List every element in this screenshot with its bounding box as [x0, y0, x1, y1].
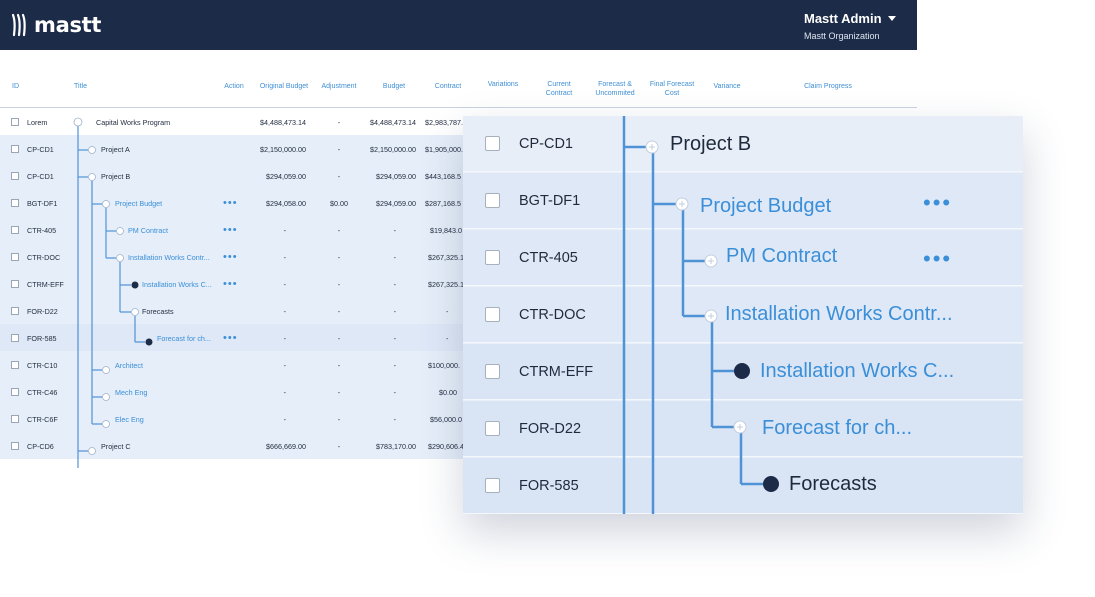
row-contract: -	[446, 334, 449, 343]
row-budget: -	[393, 253, 396, 262]
row-original-budget: $294,058.00	[266, 199, 306, 208]
row-contract: -	[446, 307, 449, 316]
row-original-budget: -	[283, 307, 286, 316]
more-dots-icon[interactable]: •••	[223, 333, 238, 344]
zoom-tree-connectors	[622, 116, 779, 514]
row-original-budget: $294,059.00	[266, 172, 306, 181]
tree-expand-icon[interactable]	[102, 200, 110, 208]
tree-expand-icon[interactable]	[102, 393, 110, 401]
row-budget: -	[393, 388, 396, 397]
row-original-budget: $4,488,473.14	[260, 118, 306, 127]
header-adjustment[interactable]: Adjustment	[314, 82, 364, 91]
header-current-contract[interactable]: Current Contract	[536, 80, 582, 98]
row-contract: $0.00	[439, 388, 457, 397]
row-adjustment: $0.00	[330, 199, 348, 208]
row-budget: -	[393, 361, 396, 370]
row-adjustment: -	[337, 280, 341, 289]
row-original-budget: -	[283, 388, 286, 397]
row-adjustment: -	[337, 388, 341, 397]
row-adjustment: -	[337, 172, 341, 181]
row-contract: $2,983,787.	[425, 118, 463, 127]
tree-expand-icon[interactable]	[102, 420, 110, 428]
tree-expand-icon[interactable]	[88, 173, 96, 181]
row-adjustment: -	[337, 361, 341, 370]
row-original-budget: -	[283, 361, 286, 370]
row-original-budget: $2,150,000.00	[260, 145, 306, 154]
row-original-budget: -	[283, 334, 286, 343]
tree-expand-icon[interactable]	[88, 447, 96, 455]
row-adjustment: -	[337, 226, 341, 235]
top-bar: mastt Mastt Admin Mastt Organization	[0, 0, 917, 50]
row-contract: $287,168.5	[425, 199, 461, 208]
caret-down-icon[interactable]	[887, 16, 896, 22]
tree-expand-icon[interactable]	[73, 117, 83, 127]
mastt-logo[interactable]: mastt	[12, 12, 101, 38]
tree-leaf-dot-icon	[145, 338, 153, 346]
row-original-budget: -	[283, 253, 286, 262]
row-budget: $783,170.00	[376, 442, 416, 451]
row-contract: $290,606.4	[428, 442, 464, 451]
tree-expand-icon[interactable]	[102, 366, 110, 374]
tree-expand-icon[interactable]	[131, 308, 139, 316]
row-contract: $1,905,000.	[425, 145, 463, 154]
row-adjustment: -	[337, 145, 341, 154]
header-final-forecast-cost[interactable]: Final Forecast Cost	[644, 80, 700, 98]
row-budget: -	[393, 307, 396, 316]
row-adjustment: -	[337, 253, 341, 262]
row-contract: $100,000.	[428, 361, 460, 370]
row-adjustment: -	[337, 415, 341, 424]
header-id[interactable]: ID	[12, 82, 19, 91]
header-original-budget[interactable]: Original Budget	[254, 82, 314, 91]
tree-expand-icon[interactable]	[116, 227, 124, 235]
row-budget: $2,150,000.00	[370, 145, 416, 154]
more-dots-icon[interactable]: •••	[223, 279, 238, 290]
header-action[interactable]: Action	[214, 82, 254, 91]
row-adjustment: -	[337, 307, 341, 316]
row-original-budget: -	[283, 415, 286, 424]
row-original-budget: -	[283, 280, 286, 289]
tree-expand-icon[interactable]	[116, 254, 124, 262]
row-budget: -	[393, 415, 396, 424]
mastt-logo-icon	[12, 13, 26, 37]
header-claim-progress[interactable]: Claim Progress	[790, 82, 866, 91]
row-budget: $4,488,473.14	[370, 118, 416, 127]
header-title[interactable]: Title	[74, 82, 87, 91]
user-name: Mastt Admin	[804, 11, 882, 26]
header-variance[interactable]: Variance	[704, 82, 750, 91]
row-original-budget: -	[283, 226, 286, 235]
header-forecast-uncommitted[interactable]: Forecast & Uncommited	[588, 80, 642, 98]
row-adjustment: -	[337, 442, 341, 451]
more-dots-icon[interactable]: •••	[223, 225, 238, 236]
row-adjustment: -	[337, 334, 341, 343]
tree-leaf-dot-icon	[734, 363, 750, 379]
tree-expand-icon[interactable]	[88, 146, 96, 154]
tree-leaf-dot-icon	[763, 476, 779, 492]
row-budget: -	[393, 334, 396, 343]
row-budget: $294,059.00	[376, 172, 416, 181]
more-dots-icon[interactable]: •••	[223, 198, 238, 209]
zoomed-tree-panel: CP-CD1 Project B BGT-DF1 Project Budget …	[463, 116, 1023, 514]
row-budget: $294,059.00	[376, 199, 416, 208]
row-contract: $443,168.5	[425, 172, 461, 181]
brand-name: mastt	[34, 13, 102, 37]
user-organization: Mastt Organization	[804, 31, 880, 41]
header-contract[interactable]: Contract	[424, 82, 472, 91]
row-contract: $56,000.0	[430, 415, 462, 424]
tree-leaf-dot-icon	[131, 281, 139, 289]
more-dots-icon[interactable]: •••	[223, 252, 238, 263]
header-budget[interactable]: Budget	[370, 82, 418, 91]
row-budget: -	[393, 280, 396, 289]
row-budget: -	[393, 226, 396, 235]
user-menu[interactable]: Mastt Admin Mastt Organization	[804, 10, 896, 41]
row-contract: $267,325.1	[428, 253, 464, 262]
header-variations[interactable]: Variations	[480, 80, 526, 89]
row-contract: $267,325.1	[428, 280, 464, 289]
row-original-budget: $666,669.00	[266, 442, 306, 451]
table-header: ID Title Action Original Budget Adjustme…	[0, 70, 917, 108]
row-contract: $19,843.0	[430, 226, 462, 235]
row-adjustment: -	[337, 118, 341, 127]
tree-connectors	[73, 117, 153, 468]
